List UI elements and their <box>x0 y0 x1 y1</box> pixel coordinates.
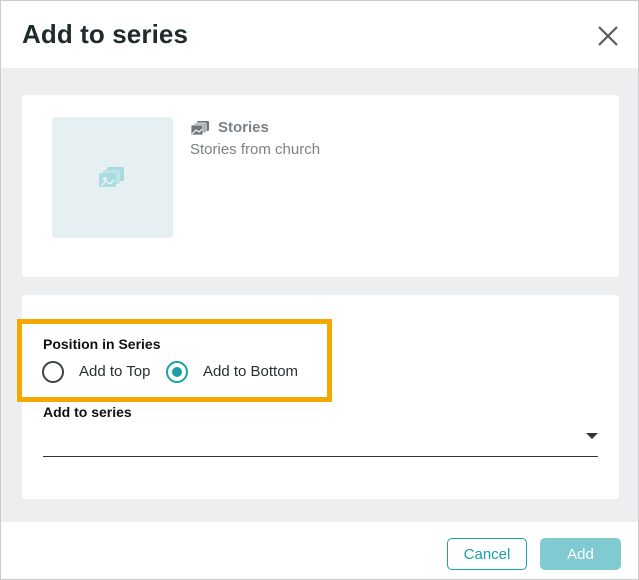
series-name-row: Stories <box>190 119 269 136</box>
dialog-header: Add to series <box>1 1 638 68</box>
series-stack-icon <box>190 120 209 135</box>
add-to-series-dialog: Add to series Stories Stories from churc… <box>0 0 639 580</box>
add-to-series-label: Add to series <box>43 404 132 420</box>
radio-add-to-top-label[interactable]: Add to Top <box>79 363 150 380</box>
series-info-card: Stories Stories from church <box>22 95 619 277</box>
radio-add-to-bottom-label[interactable]: Add to Bottom <box>203 363 298 380</box>
series-name: Stories <box>218 119 269 136</box>
dialog-title: Add to series <box>22 19 189 49</box>
position-in-series-label: Position in Series <box>43 336 161 352</box>
radio-add-to-top[interactable] <box>42 361 64 383</box>
cancel-button[interactable]: Cancel <box>447 538 527 570</box>
series-thumbnail <box>52 117 173 238</box>
close-icon[interactable] <box>595 23 621 49</box>
add-button[interactable]: Add <box>540 538 621 570</box>
radio-add-to-bottom[interactable] <box>166 361 188 383</box>
series-stack-icon <box>99 167 124 187</box>
series-description: Stories from church <box>190 141 321 158</box>
chevron-down-icon[interactable] <box>586 433 598 439</box>
add-to-series-select[interactable] <box>43 423 598 457</box>
